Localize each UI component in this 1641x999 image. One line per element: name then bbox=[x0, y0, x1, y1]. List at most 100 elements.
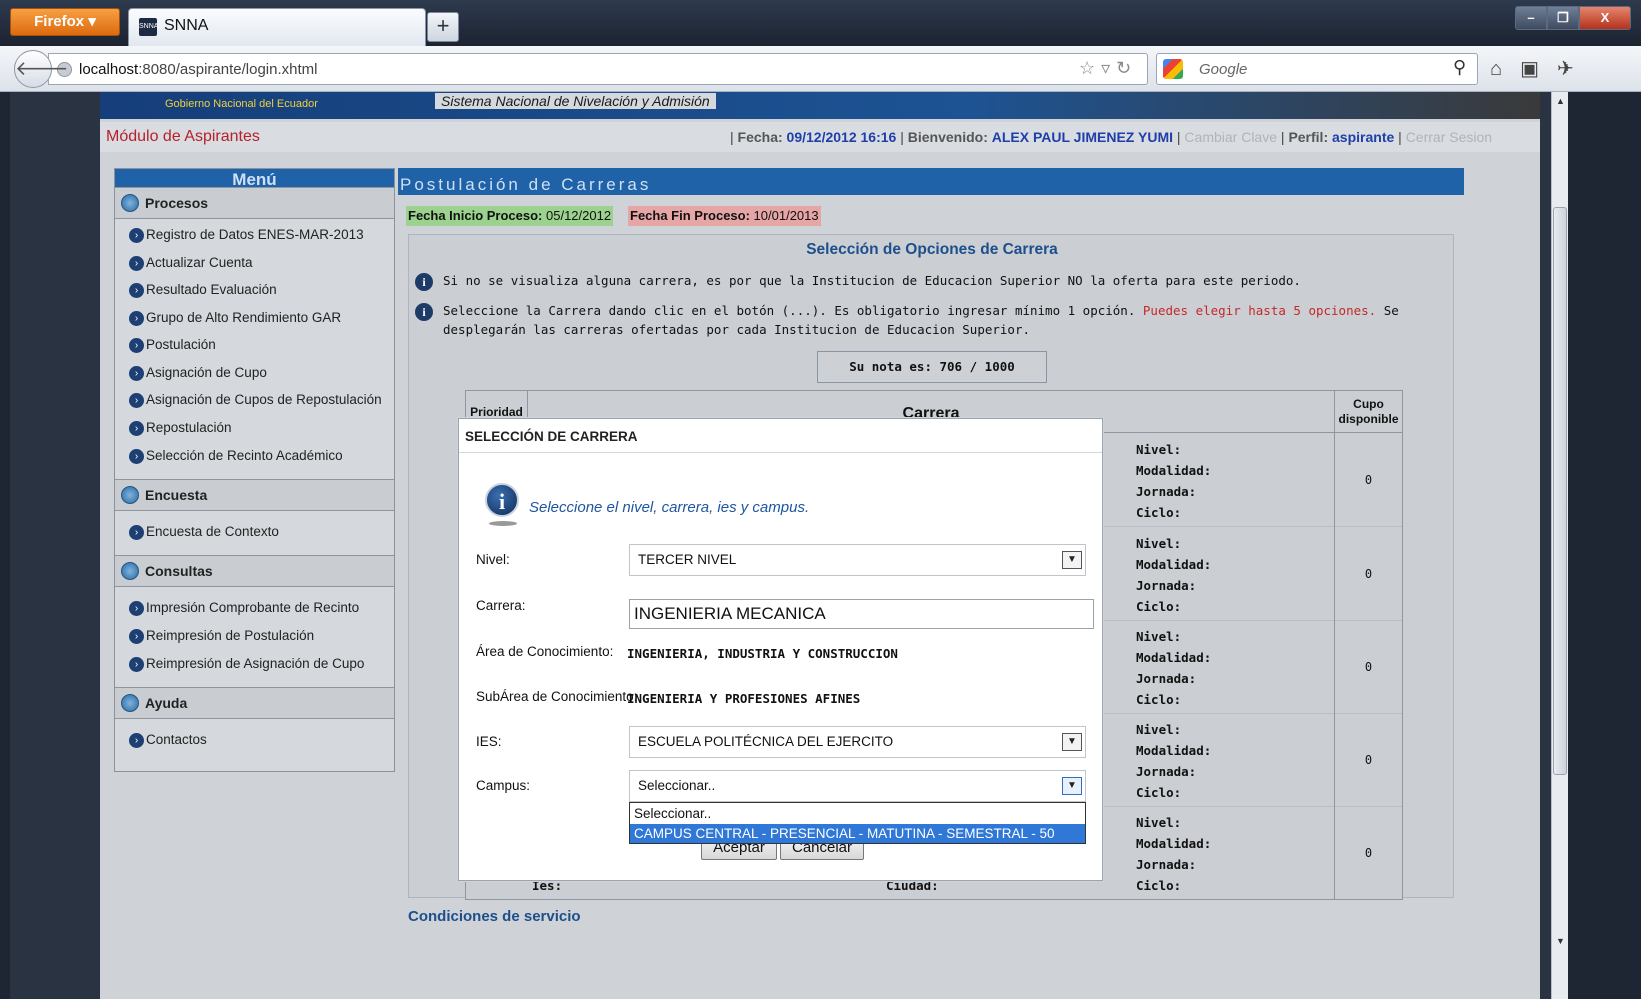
menu-item-actualizar-cuenta[interactable]: › Actualizar Cuenta bbox=[129, 255, 253, 275]
module-title: Módulo de Aspirantes bbox=[106, 128, 260, 145]
ies-select[interactable]: ESCUELA POLITÉCNICA DEL EJERCITO ▼ bbox=[629, 726, 1086, 758]
nota-box: Su nota es: 706 / 1000 bbox=[817, 351, 1047, 383]
header-cupo: Cupo disponible bbox=[1334, 391, 1402, 433]
title-bar: Firefox ▾ SNNA SNNA + – ❐ X bbox=[0, 0, 1641, 46]
cupo-cell: 0 bbox=[1334, 806, 1402, 900]
arrow-bullet-icon: › bbox=[129, 393, 144, 408]
section-procesos[interactable]: Procesos bbox=[115, 187, 394, 219]
arrow-bullet-icon: › bbox=[129, 449, 144, 464]
new-tab-button[interactable]: + bbox=[427, 12, 459, 42]
info-message: i Seleccione la Carrera dando clic en el … bbox=[415, 301, 1445, 339]
panel-title: Selección de Opciones de Carrera bbox=[806, 241, 1058, 258]
arrow-bullet-icon: › bbox=[129, 525, 144, 540]
info-icon-shadow bbox=[489, 521, 517, 526]
menu-item-grupo-gar[interactable]: › Grupo de Alto Rendimiento GAR bbox=[129, 310, 341, 330]
info-icon: i bbox=[415, 303, 433, 321]
menu-item-asignacion-cupo[interactable]: › Asignación de Cupo bbox=[129, 365, 267, 385]
search-input[interactable]: Google ⚲ bbox=[1156, 53, 1478, 85]
chevron-down-icon[interactable]: ▼ bbox=[1062, 551, 1082, 569]
menu-item-asignacion-repostulacion[interactable]: › Asignación de Cupos de Repostulación bbox=[129, 392, 382, 412]
fecha-fin: Fecha Fin Proceso: 10/01/2013 bbox=[628, 206, 821, 226]
tab-title: SNNA bbox=[164, 17, 209, 34]
info-icon: i bbox=[415, 273, 433, 291]
minimize-button[interactable]: – bbox=[1515, 6, 1547, 30]
google-engine-icon[interactable] bbox=[1163, 59, 1183, 79]
arrow-bullet-icon: › bbox=[129, 629, 144, 644]
ies-label: IES: bbox=[476, 734, 502, 749]
scroll-up-icon[interactable]: ▲ bbox=[1552, 92, 1569, 110]
subarea-value: INGENIERIA Y PROFESIONES AFINES bbox=[627, 691, 861, 706]
section-consultas[interactable]: Consultas bbox=[115, 555, 394, 587]
back-arrow-icon[interactable]: 🡐 bbox=[14, 50, 69, 88]
subarea-label: SubÁrea de Conocimiento: bbox=[476, 689, 638, 704]
menu-item-seleccion-recinto[interactable]: › Selección de Recinto Académico bbox=[129, 448, 343, 468]
chevron-down-icon[interactable]: ▼ bbox=[1062, 777, 1082, 795]
url-bar[interactable]: localhost:8080/aspirante/login.xhtml ☆▿↻ bbox=[48, 53, 1148, 85]
area-value: INGENIERIA, INDUSTRIA Y CONSTRUCCION bbox=[627, 646, 898, 661]
section-label: Consultas bbox=[145, 563, 213, 579]
section-encuesta[interactable]: Encuesta bbox=[115, 479, 394, 511]
campus-select[interactable]: Seleccionar.. ▼ bbox=[629, 770, 1086, 802]
dialog-title: SELECCIÓN DE CARRERA bbox=[459, 419, 1102, 453]
scrollbar-thumb[interactable] bbox=[1553, 207, 1567, 775]
bookmark-star-icon[interactable]: ☆▿↻ bbox=[1079, 58, 1137, 79]
navigation-toolbar: localhost:8080/aspirante/login.xhtml ☆▿↻… bbox=[0, 46, 1641, 92]
campus-option-selected[interactable]: CAMPUS CENTRAL - PRESENCIAL - MATUTINA -… bbox=[630, 824, 1085, 843]
menu-item-contactos[interactable]: › Contactos bbox=[129, 732, 207, 752]
menu-item-reimpresion-postulacion[interactable]: › Reimpresión de Postulación bbox=[129, 628, 314, 648]
browser-tab[interactable]: SNNA SNNA bbox=[128, 8, 426, 46]
section-bullet-icon bbox=[121, 562, 139, 580]
row-labels: Nivel: Modalidad: Jornada: Ciclo: bbox=[1136, 536, 1212, 614]
section-ayuda[interactable]: Ayuda bbox=[115, 687, 394, 719]
menu-item-resultado-evaluacion[interactable]: › Resultado Evaluación bbox=[129, 282, 277, 302]
maximize-button[interactable]: ❐ bbox=[1547, 6, 1579, 30]
campus-label: Campus: bbox=[476, 778, 531, 793]
arrow-bullet-icon: › bbox=[129, 311, 144, 326]
row-labels: Nivel: Modalidad: Jornada: Ciclo: bbox=[1136, 629, 1212, 707]
section-bullet-icon bbox=[121, 694, 139, 712]
seleccion-carrera-dialog: SELECCIÓN DE CARRERA i Seleccione el niv… bbox=[458, 418, 1103, 881]
search-placeholder: Google bbox=[1199, 61, 1248, 78]
arrow-bullet-icon: › bbox=[129, 338, 144, 353]
carrera-field[interactable]: INGENIERIA MECANICA bbox=[629, 599, 1094, 629]
home-icon[interactable]: ⌂▣✈ bbox=[1490, 56, 1592, 81]
row-labels: Nivel: Modalidad: Jornada: Ciclo: bbox=[1136, 442, 1212, 520]
close-window-button[interactable]: X bbox=[1579, 6, 1631, 30]
menu-item-impresion-comprobante[interactable]: › Impresión Comprobante de Recinto bbox=[129, 600, 359, 620]
section-label: Ayuda bbox=[145, 695, 188, 711]
arrow-bullet-icon: › bbox=[129, 421, 144, 436]
perfil-value: aspirante bbox=[1332, 129, 1395, 145]
chevron-down-icon[interactable]: ▼ bbox=[1062, 733, 1082, 751]
window-edge bbox=[1568, 92, 1641, 999]
cerrar-sesion-link[interactable]: Cerrar Sesion bbox=[1406, 129, 1492, 145]
info-message: i Si no se visualiza alguna carrera, es p… bbox=[415, 271, 1445, 291]
arrow-bullet-icon: › bbox=[129, 601, 144, 616]
menu-item-repostulacion[interactable]: › Repostulación bbox=[129, 420, 232, 440]
cambiar-clave-link[interactable]: Cambiar Clave bbox=[1184, 129, 1277, 145]
cupo-cell: 0 bbox=[1334, 527, 1402, 621]
section-bullet-icon bbox=[121, 486, 139, 504]
content-title: Postulación de Carreras bbox=[398, 168, 1464, 195]
row-labels: Nivel: Modalidad: Jornada: Ciclo: bbox=[1136, 722, 1212, 800]
module-bar: Módulo de Aspirantes | Fecha: 09/12/2012… bbox=[100, 122, 1540, 152]
condiciones-heading[interactable]: Condiciones de servicio bbox=[408, 908, 581, 925]
area-label: Área de Conocimiento: bbox=[476, 644, 614, 659]
arrow-bullet-icon: › bbox=[129, 256, 144, 271]
snna-favicon-icon: SNNA bbox=[139, 18, 158, 36]
menu-item-reimpresion-asignacion[interactable]: › Reimpresión de Asignación de Cupo bbox=[129, 656, 364, 676]
menu-item-registro-datos[interactable]: › Registro de Datos ENES-MAR-2013 bbox=[129, 227, 364, 247]
nivel-select[interactable]: TERCER NIVEL ▼ bbox=[629, 544, 1086, 576]
fecha-label: Fecha: bbox=[737, 129, 783, 145]
menu-item-encuesta-contexto[interactable]: › Encuesta de Contexto bbox=[129, 524, 279, 544]
magnifier-icon[interactable]: ⚲ bbox=[1453, 57, 1466, 78]
arrow-bullet-icon: › bbox=[129, 228, 144, 243]
fecha-value: 09/12/2012 16:16 bbox=[786, 129, 897, 145]
menu-item-postulacion[interactable]: › Postulación bbox=[129, 337, 216, 357]
scroll-down-icon[interactable]: ▼ bbox=[1552, 932, 1569, 950]
firefox-menu-button[interactable]: Firefox ▾ bbox=[10, 8, 120, 36]
fecha-inicio: Fecha Inicio Proceso: 05/12/2012 bbox=[406, 206, 614, 226]
campus-option[interactable]: Seleccionar.. bbox=[630, 804, 1085, 823]
perfil-label: Perfil: bbox=[1288, 129, 1329, 145]
cupo-cell: 0 bbox=[1334, 433, 1402, 527]
page-scrollbar[interactable]: ▲ ▼ bbox=[1551, 92, 1568, 999]
